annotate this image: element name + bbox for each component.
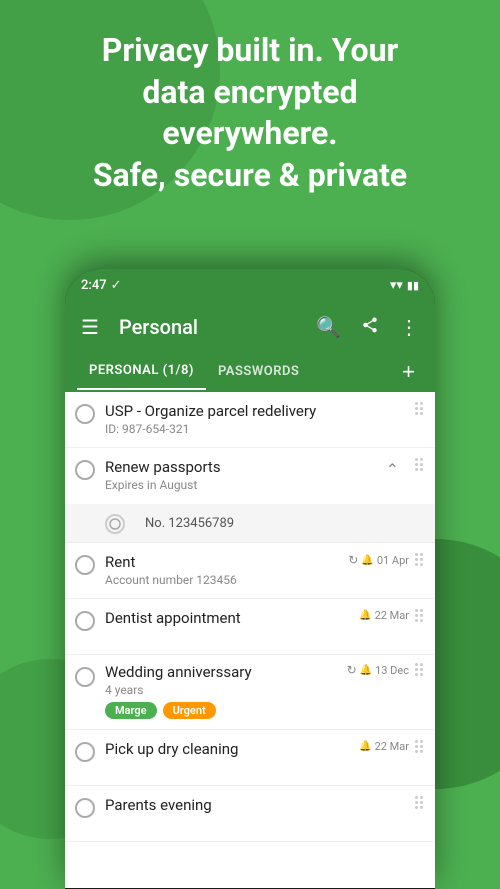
bell-icon: 🔔	[360, 665, 372, 676]
item-title: Dentist appointment	[105, 609, 353, 627]
bell-icon: 🔔	[361, 555, 373, 566]
share-icon[interactable]	[357, 311, 383, 343]
item-date: ↻ 🔔 13 Dec	[347, 663, 409, 677]
badge-urgent: Urgent	[163, 702, 216, 719]
date-text: 13 Dec	[375, 664, 409, 677]
phone-frame: 2:47 ✓ ▾▾ ▮▮ ☰ Personal 🔍 ⋮ PERSONAL (1/…	[65, 269, 435, 889]
drag-handle	[409, 609, 423, 622]
item-date: 🔔 22 Mar	[359, 609, 409, 622]
drag-handle	[409, 663, 423, 676]
header-line4: Safe, secure & private	[93, 156, 407, 194]
item-date: ↻ 🔔 01 Apr	[348, 553, 409, 567]
item-body: Wedding anniverssary 4 years Marge Urgen…	[105, 663, 341, 719]
drag-handle	[409, 553, 423, 566]
item-right: ↻ 🔔 13 Dec	[347, 663, 409, 677]
bell-icon: 🔔	[359, 610, 371, 621]
expand-icon[interactable]: ⌃	[386, 460, 399, 479]
item-body: Parents evening	[105, 796, 409, 814]
task-list: USP - Organize parcel redelivery ID: 987…	[65, 392, 435, 888]
date-text: 22 Mar	[375, 609, 409, 622]
item-badges: Marge Urgent	[105, 702, 341, 719]
more-icon[interactable]: ⋮	[395, 311, 423, 343]
status-bar: 2:47 ✓ ▾▾ ▮▮	[65, 269, 435, 301]
status-bar-right: ▾▾ ▮▮	[390, 278, 419, 293]
task-checkbox[interactable]	[75, 742, 95, 762]
sub-task-checkbox[interactable]	[105, 514, 125, 534]
status-time: 2:47	[81, 278, 107, 293]
item-body: Renew passports Expires in August	[105, 458, 409, 492]
list-item: Wedding anniverssary 4 years Marge Urgen…	[65, 655, 435, 730]
list-item: USP - Organize parcel redelivery ID: 987…	[65, 392, 435, 448]
drag-handle	[409, 458, 423, 471]
search-icon[interactable]: 🔍	[312, 311, 345, 343]
task-checkbox[interactable]	[75, 611, 95, 631]
drag-handle	[409, 740, 423, 753]
repeat-icon: ↻	[347, 663, 357, 677]
add-tab-button[interactable]: +	[394, 355, 423, 389]
item-right: ↻ 🔔 01 Apr	[348, 553, 409, 567]
task-checkbox[interactable]	[75, 460, 95, 480]
item-body: Pick up dry cleaning	[105, 740, 353, 758]
bell-icon: 🔔	[359, 741, 371, 752]
list-item: Rent Account number 123456 ↻ 🔔 01 Apr	[65, 543, 435, 599]
item-title: Wedding anniverssary	[105, 663, 341, 681]
item-body: USP - Organize parcel redelivery ID: 987…	[105, 402, 409, 436]
task-checkbox[interactable]	[75, 667, 95, 687]
list-item: Parents evening	[65, 786, 435, 842]
wifi-icon: ▾▾	[390, 278, 403, 293]
item-subtitle: Account number 123456	[105, 573, 342, 587]
item-title: USP - Organize parcel redelivery	[105, 402, 409, 420]
drag-handle	[409, 796, 423, 809]
header-line2: data encrypted	[142, 73, 357, 111]
toolbar-title: Personal	[119, 315, 300, 339]
task-checkbox[interactable]	[75, 555, 95, 575]
promo-header: Privacy built in. Your data encrypted ev…	[0, 20, 500, 206]
header-line3: everywhere.	[162, 114, 337, 152]
list-item: Renew passports Expires in August ⌃	[65, 448, 435, 504]
item-title: Renew passports	[105, 458, 409, 476]
status-check: ✓	[111, 278, 122, 293]
drag-handle	[409, 402, 423, 415]
item-title: Rent	[105, 553, 342, 571]
item-subtitle: 4 years	[105, 683, 341, 697]
item-body: Rent Account number 123456	[105, 553, 342, 587]
item-subtitle: ID: 987-654-321	[105, 422, 409, 436]
item-date: 🔔 22 Mar	[359, 740, 409, 753]
task-checkbox[interactable]	[75, 798, 95, 818]
item-title: Pick up dry cleaning	[105, 740, 353, 758]
item-body: Dentist appointment	[105, 609, 353, 627]
item-right: 🔔 22 Mar	[359, 609, 409, 622]
repeat-icon: ↻	[348, 553, 358, 567]
app-toolbar: ☰ Personal 🔍 ⋮	[65, 301, 435, 353]
badge-marge: Marge	[105, 702, 157, 719]
menu-icon[interactable]: ☰	[77, 311, 103, 343]
date-text: 01 Apr	[377, 554, 409, 567]
status-bar-left: 2:47 ✓	[81, 278, 122, 293]
item-title: Parents evening	[105, 796, 409, 814]
battery-icon: ▮▮	[407, 279, 419, 292]
list-item: Pick up dry cleaning 🔔 22 Mar	[65, 730, 435, 786]
tabs-bar: PERSONAL (1/8) PASSWORDS +	[65, 353, 435, 392]
item-right: 🔔 22 Mar	[359, 740, 409, 753]
header-line1: Privacy built in. Your	[102, 31, 398, 69]
item-subtitle: Expires in August	[105, 478, 409, 492]
tab-passwords[interactable]: PASSWORDS	[206, 354, 311, 389]
sub-list-item: No. 123456789	[65, 504, 435, 543]
task-checkbox[interactable]	[75, 404, 95, 424]
list-item: Dentist appointment 🔔 22 Mar	[65, 599, 435, 655]
sub-item-label: No. 123456789	[145, 516, 234, 531]
tab-personal[interactable]: PERSONAL (1/8)	[77, 353, 206, 390]
date-text: 22 Mar	[375, 740, 409, 753]
